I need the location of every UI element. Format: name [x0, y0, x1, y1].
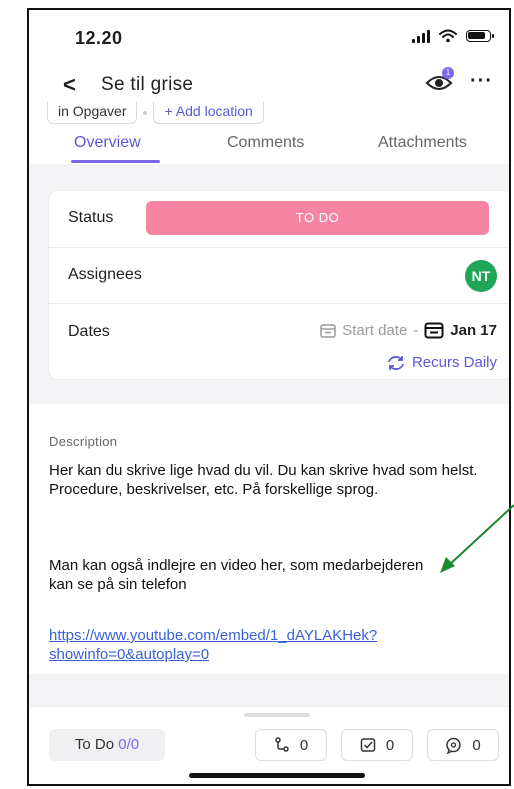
status-bar: 12.20: [29, 10, 509, 64]
bottom-bar: To Do 0/0 0 0 0: [29, 706, 509, 784]
location-chips: in Opgaver + Add location: [47, 102, 264, 124]
comments-count: 0: [472, 736, 481, 754]
todo-label: To Do: [74, 736, 115, 753]
assignees-row: Assignees NT: [49, 248, 509, 303]
subtasks-button[interactable]: 0: [255, 729, 327, 761]
details-card: Status TO DO Assignees NT Dates Start da…: [48, 190, 509, 381]
recurs-label: Recurs Daily: [411, 354, 497, 371]
comments-button[interactable]: 0: [427, 729, 499, 761]
recurrence[interactable]: Recurs Daily: [386, 354, 497, 371]
todo-button[interactable]: To Do 0/0: [49, 729, 165, 761]
start-date[interactable]: Start date: [342, 322, 407, 339]
clock: 12.20: [75, 28, 123, 48]
calendar-icon: [320, 323, 336, 338]
subtasks-icon: [275, 737, 289, 752]
assignees-label: Assignees: [68, 266, 142, 283]
checklist-count: 0: [385, 736, 395, 754]
watchers-badge: 1: [442, 67, 454, 79]
add-location-chip[interactable]: + Add location: [153, 102, 264, 124]
phone-screen: 12.20 < Se til grise 1 ··· in Opgaver + …: [27, 8, 511, 786]
status-icons: [412, 29, 494, 43]
todo-count: 0/0: [118, 736, 140, 753]
due-calendar-icon: [424, 322, 444, 339]
video-link[interactable]: https://www.youtube.com/embed/1_dAYLAKHe…: [49, 626, 489, 664]
tab-overview[interactable]: Overview: [74, 134, 141, 152]
status-button[interactable]: TO DO: [146, 201, 489, 235]
recurring-arrows-icon: [388, 355, 404, 370]
task-title: Se til grise: [101, 74, 194, 95]
tab-attachments[interactable]: Attachments: [378, 134, 467, 152]
chip-separator: [143, 111, 148, 115]
home-indicator: [189, 773, 365, 778]
description-paragraph[interactable]: Man kan også indlejre en video her, som …: [49, 556, 449, 594]
subtasks-count: 0: [299, 736, 309, 754]
tab-comments[interactable]: Comments: [227, 134, 304, 152]
wifi-icon: [439, 29, 457, 43]
description-label: Description: [49, 434, 118, 449]
active-tab-indicator: [71, 160, 160, 163]
comments-icon: [446, 737, 462, 754]
checklist-icon: [360, 738, 376, 752]
date-range[interactable]: Start date - Jan 17: [320, 321, 497, 339]
status-label: Status: [68, 209, 114, 226]
more-options-icon[interactable]: ···: [470, 70, 493, 93]
list-chip[interactable]: in Opgaver: [47, 102, 138, 124]
task-tabs: Overview Comments Attachments: [29, 124, 509, 165]
due-date[interactable]: Jan 17: [450, 322, 497, 339]
battery-icon: [466, 30, 494, 42]
section-gap: [29, 674, 509, 706]
assignee-avatar[interactable]: NT: [465, 260, 497, 292]
drag-handle[interactable]: [244, 713, 310, 717]
status-row: Status TO DO: [49, 191, 509, 247]
signal-icon: [412, 29, 430, 43]
checklist-button[interactable]: 0: [341, 729, 413, 761]
description-section: Description Her kan du skrive lige hvad …: [29, 404, 509, 674]
date-separator: -: [413, 321, 419, 339]
back-chevron-icon[interactable]: <: [63, 72, 76, 98]
dates-row: Dates Start date - Jan 17 Recurs Daily: [49, 304, 509, 381]
dates-label: Dates: [68, 323, 110, 340]
description-paragraph[interactable]: Her kan du skrive lige hvad du vil. Du k…: [49, 461, 494, 499]
